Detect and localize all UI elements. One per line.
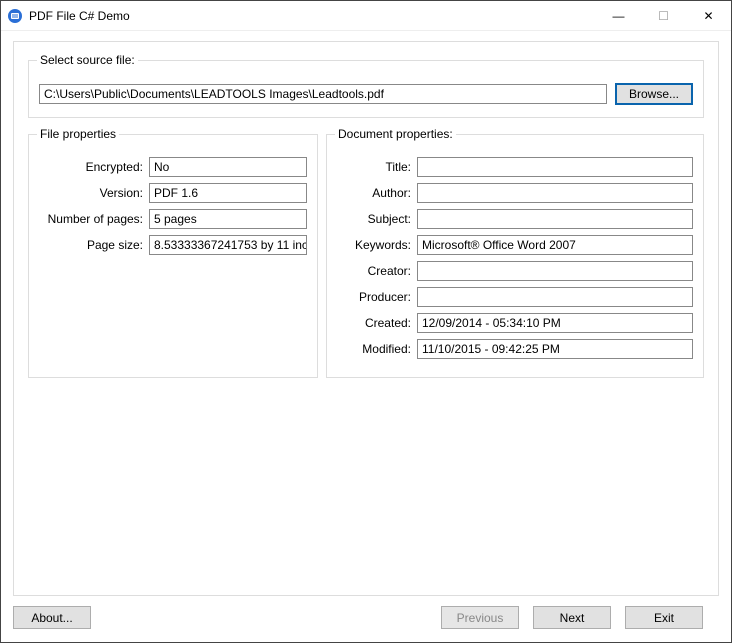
doc-created-label: Created: <box>327 316 417 330</box>
document-properties-legend: Document properties: <box>335 127 456 141</box>
client-area: Select source file: Browse... File prope… <box>1 31 731 642</box>
pagesize-label: Page size: <box>29 238 149 252</box>
app-icon <box>7 8 23 24</box>
doc-keywords-value: Microsoft® Office Word 2007 <box>417 235 693 255</box>
source-legend: Select source file: <box>37 53 138 67</box>
document-properties-groupbox: Document properties: Title: Author: Subj… <box>326 134 704 378</box>
doc-modified-label: Modified: <box>327 342 417 356</box>
doc-title-value <box>417 157 693 177</box>
source-path-input[interactable] <box>39 84 607 104</box>
version-value: PDF 1.6 <box>149 183 307 203</box>
doc-subject-label: Subject: <box>327 212 417 226</box>
main-panel: Select source file: Browse... File prope… <box>13 41 719 596</box>
version-label: Version: <box>29 186 149 200</box>
pages-value: 5 pages <box>149 209 307 229</box>
window-title: PDF File C# Demo <box>29 9 130 23</box>
encrypted-label: Encrypted: <box>29 160 149 174</box>
doc-producer-label: Producer: <box>327 290 417 304</box>
close-button[interactable]: ✕ <box>686 1 731 30</box>
pagesize-value: 8.53333367241753 by 11 inches <box>149 235 307 255</box>
title-bar: PDF File C# Demo — ☐ ✕ <box>1 1 731 31</box>
app-window: PDF File C# Demo — ☐ ✕ Select source fil… <box>0 0 732 643</box>
about-button[interactable]: About... <box>13 606 91 629</box>
previous-button: Previous <box>441 606 519 629</box>
next-button[interactable]: Next <box>533 606 611 629</box>
doc-creator-label: Creator: <box>327 264 417 278</box>
exit-button[interactable]: Exit <box>625 606 703 629</box>
file-properties-groupbox: File properties Encrypted: No Version: P… <box>28 134 318 378</box>
doc-keywords-label: Keywords: <box>327 238 417 252</box>
source-groupbox: Select source file: Browse... <box>28 60 704 118</box>
minimize-button[interactable]: — <box>596 1 641 30</box>
encrypted-value: No <box>149 157 307 177</box>
doc-author-value <box>417 183 693 203</box>
maximize-button: ☐ <box>641 1 686 30</box>
bottom-button-bar: About... Previous Next Exit <box>13 606 719 630</box>
doc-creator-value <box>417 261 693 281</box>
file-properties-legend: File properties <box>37 127 119 141</box>
browse-button[interactable]: Browse... <box>615 83 693 105</box>
doc-modified-value: 11/10/2015 - 09:42:25 PM <box>417 339 693 359</box>
pages-label: Number of pages: <box>29 212 149 226</box>
doc-title-label: Title: <box>327 160 417 174</box>
doc-author-label: Author: <box>327 186 417 200</box>
doc-created-value: 12/09/2014 - 05:34:10 PM <box>417 313 693 333</box>
doc-subject-value <box>417 209 693 229</box>
doc-producer-value <box>417 287 693 307</box>
